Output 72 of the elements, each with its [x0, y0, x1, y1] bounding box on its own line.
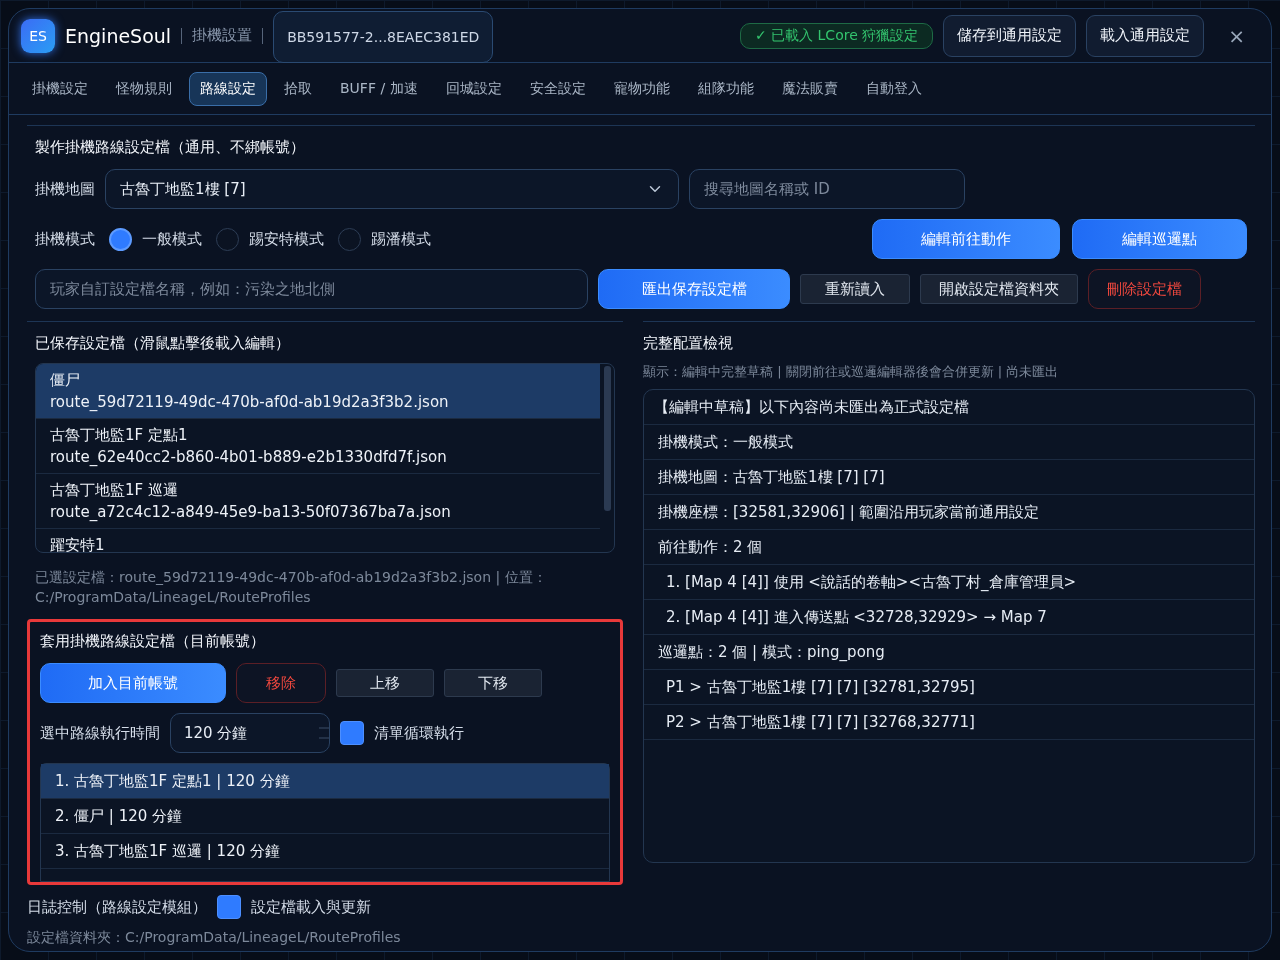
edit-button[interactable]: 編輯前往動作: [872, 219, 1060, 259]
radio-label: 踢潘模式: [371, 229, 431, 249]
field-label: 掛機模式: [35, 229, 95, 249]
action-button[interactable]: 移除: [236, 663, 326, 703]
tab[interactable]: 拾取: [273, 71, 323, 106]
queue-item[interactable]: 1. 古魯丁地監1F 定點1 | 120 分鐘: [41, 764, 609, 799]
action-button[interactable]: 匯出保存設定檔: [598, 269, 790, 309]
action-button[interactable]: 刪除設定檔: [1088, 269, 1201, 309]
device-id: BB591577-2...8EAEC381ED: [273, 10, 494, 63]
checkbox-label: 設定檔載入與更新: [251, 897, 371, 917]
preview-line: P1 > 古魯丁地監1樓 [7] [7] [32781,32795]: [644, 670, 1254, 705]
preview-line: 掛機地圖：古魯丁地監1樓 [7] [7]: [644, 460, 1254, 495]
preview-line: 【編輯中草稿】以下內容尚未匯出為正式設定檔: [644, 390, 1254, 425]
action-button[interactable]: 上移: [336, 669, 434, 697]
action-button[interactable]: 開啟設定檔資料夾: [920, 274, 1078, 304]
radio-label: 踢安特模式: [249, 229, 324, 249]
tab[interactable]: 魔法販賣: [770, 71, 849, 106]
field-label: 選中路線執行時間: [40, 723, 160, 743]
search-field[interactable]: 搜尋地圖名稱或 ID: [689, 169, 965, 209]
section-title: 已保存設定檔（滑鼠點擊後載入編輯）: [35, 333, 291, 354]
status-badge: ✓ 已載入 LCore 狩獵設定: [739, 22, 934, 49]
checkbox[interactable]: [340, 721, 364, 745]
checkbox[interactable]: [217, 895, 241, 919]
scrollbar[interactable]: [604, 366, 611, 511]
section-title: 掛機設置: [192, 26, 253, 45]
preview-line: 1. [Map 4 [4]] 使用 <說話的卷軸><古魯丁村_倉庫管理員>: [644, 565, 1254, 600]
tab[interactable]: 怪物規則: [105, 71, 183, 106]
profile-item[interactable]: 僵尸 route_59d72119-49dc-470b-af0d-ab19d2a3f3b2.json: [36, 364, 600, 419]
section-title: 完整配置檢視: [643, 333, 734, 354]
radio-button[interactable]: [338, 227, 361, 251]
action-button[interactable]: 下移: [444, 669, 542, 697]
header-button[interactable]: 載入通用設定: [1086, 14, 1205, 57]
field-label: 掛機地圖: [35, 179, 95, 199]
action-button[interactable]: 重新讀入: [800, 274, 910, 304]
tab[interactable]: 回城設定: [434, 71, 513, 106]
section-title: 套用掛機路線設定檔（目前帳號）: [40, 631, 266, 652]
app-name: EngineSoul: [65, 24, 172, 47]
preview-line: 巡邏點：2 個 | 模式：ping_pong: [644, 635, 1254, 670]
profile-item[interactable]: 古魯丁地監1F 巡邏 route_a72c4c12-a849-45e9-ba13-50f07367ba7a.json: [36, 474, 600, 529]
field-label: 日誌控制（路線設定模組）: [27, 897, 207, 917]
queue-item[interactable]: 3. 古魯丁地監1F 巡邏 | 120 分鐘: [41, 834, 609, 869]
name-field[interactable]: 玩家自訂設定檔名稱，例如：污染之地北側: [35, 269, 588, 309]
map-select[interactable]: 古魯丁地監1樓 [7]: [105, 169, 679, 209]
hint-text: 顯示：編輯中完整草稿 | 關閉前往或巡邏編輯器後會合併更新 | 尚未匯出: [643, 363, 1060, 381]
preview-line: 掛機座標：[32581,32906] | 範圍沿用玩家當前通用設定: [644, 495, 1254, 530]
profile-item[interactable]: 躍安特1: [36, 529, 600, 552]
folder-path: 設定檔資料夾：C:/ProgramData/LineageL/RouteProfiles: [27, 929, 402, 947]
radio-button[interactable]: [216, 227, 239, 251]
preview-line: 前往動作：2 個: [644, 530, 1254, 565]
radio-button[interactable]: [109, 227, 132, 251]
tab[interactable]: 組隊功能: [686, 71, 765, 106]
checkbox-label: 清單循環執行: [374, 723, 464, 743]
app-logo: ES: [21, 18, 55, 53]
edit-button[interactable]: 編輯巡邏點: [1072, 219, 1247, 259]
radio-label: 一般模式: [142, 229, 202, 249]
preview-line: 2. [Map 4 [4]] 進入傳送點 <32728,32929> → Map 7: [644, 600, 1254, 635]
tab[interactable]: 寵物功能: [602, 71, 681, 106]
tab[interactable]: BUFF / 加速: [329, 71, 429, 106]
close-button[interactable]: ×: [1222, 22, 1251, 49]
preview-line: P2 > 古魯丁地監1樓 [7] [7] [32768,32771]: [644, 705, 1254, 740]
status-text: 已選設定檔：route_59d72119-49dc-470b-af0d-ab19d2a3f3b2.json | 位置：C:/ProgramData/LineageL/RouteProfiles: [35, 568, 548, 607]
tab[interactable]: 路線設定: [189, 71, 267, 106]
queue-item[interactable]: 2. 僵尸 | 120 分鐘: [41, 799, 609, 834]
header-button[interactable]: 儲存到通用設定: [943, 14, 1077, 57]
section-title: 製作掛機路線設定檔（通用、不綁帳號）: [35, 137, 306, 158]
tab[interactable]: 自動登入: [854, 71, 933, 106]
tab[interactable]: 安全設定: [518, 71, 597, 106]
profile-item[interactable]: 古魯丁地監1F 定點1 route_62e40cc2-b860-4b01-b889-e2b1330dfd7f.json: [36, 419, 600, 474]
duration-field[interactable]: 120 分鐘: [170, 713, 330, 753]
preview-line: 掛機模式：一般模式: [644, 425, 1254, 460]
tab[interactable]: 掛機設定: [21, 71, 99, 106]
action-button[interactable]: 加入目前帳號: [40, 663, 226, 703]
